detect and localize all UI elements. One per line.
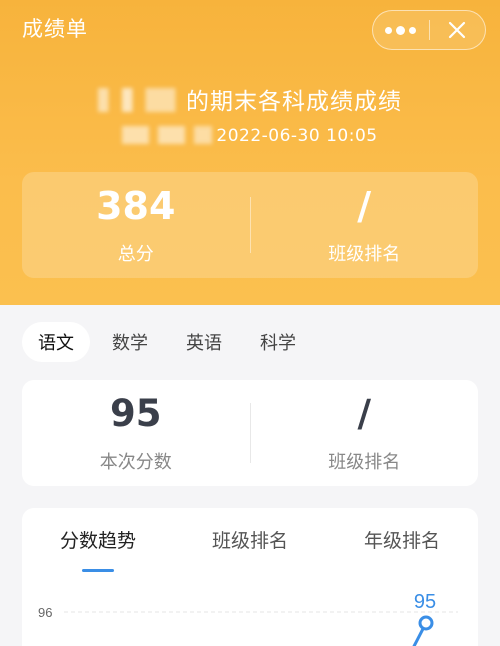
redacted-school xyxy=(122,126,213,144)
score-trend-chart: 96 95 xyxy=(38,591,458,646)
total-score-cell: 384 总分 xyxy=(22,184,250,266)
exam-title-text: 的期末各科成绩成绩 xyxy=(186,89,402,115)
exam-title: 的期末各科成绩成绩 xyxy=(0,82,500,116)
exam-subtitle: 2022-06-30 10:05 xyxy=(0,126,500,146)
more-button[interactable] xyxy=(373,11,429,49)
tab-science[interactable]: 科学 xyxy=(244,322,312,362)
redacted-name xyxy=(98,88,184,112)
app-title: 成绩单 xyxy=(22,17,88,41)
subject-rank-cell: / 班级排名 xyxy=(251,392,479,474)
y-tick-label: 96 xyxy=(38,605,52,620)
total-score-value: 384 xyxy=(96,184,176,228)
subject-score-card: 95 本次分数 / 班级排名 xyxy=(22,380,478,486)
subject-rank-value: / xyxy=(357,392,371,435)
more-dots-icon xyxy=(385,25,417,35)
subject-tabs: 语文 数学 英语 科学 xyxy=(22,322,318,362)
tab-math[interactable]: 数学 xyxy=(96,322,164,362)
total-score-label: 总分 xyxy=(117,244,154,265)
close-icon xyxy=(449,21,466,39)
class-rank-cell: / 班级排名 xyxy=(251,184,479,266)
tab-grade-rank[interactable]: 年级排名 xyxy=(326,508,478,574)
subject-score-label: 本次分数 xyxy=(99,452,172,473)
exam-datetime: 2022-06-30 10:05 xyxy=(216,126,378,146)
tab-class-rank[interactable]: 班级排名 xyxy=(174,508,326,574)
trend-card: 分数趋势 班级排名 年级排名 96 95 xyxy=(22,508,478,646)
subject-score-value: 95 xyxy=(110,392,162,435)
class-rank-value: / xyxy=(357,184,372,228)
chart-tabs: 分数趋势 班级排名 年级排名 xyxy=(22,508,478,574)
close-button[interactable] xyxy=(430,11,486,49)
subject-rank-label: 班级排名 xyxy=(328,452,401,473)
data-label: 95 xyxy=(414,591,436,613)
data-point xyxy=(418,615,434,631)
class-rank-label: 班级排名 xyxy=(328,244,401,265)
tab-english[interactable]: 英语 xyxy=(170,322,238,362)
summary-card: 384 总分 / 班级排名 xyxy=(22,172,478,278)
mini-program-capsule xyxy=(372,10,486,50)
tab-chinese[interactable]: 语文 xyxy=(22,322,90,362)
subject-score-cell: 95 本次分数 xyxy=(22,392,250,474)
tab-score-trend[interactable]: 分数趋势 xyxy=(22,508,174,574)
